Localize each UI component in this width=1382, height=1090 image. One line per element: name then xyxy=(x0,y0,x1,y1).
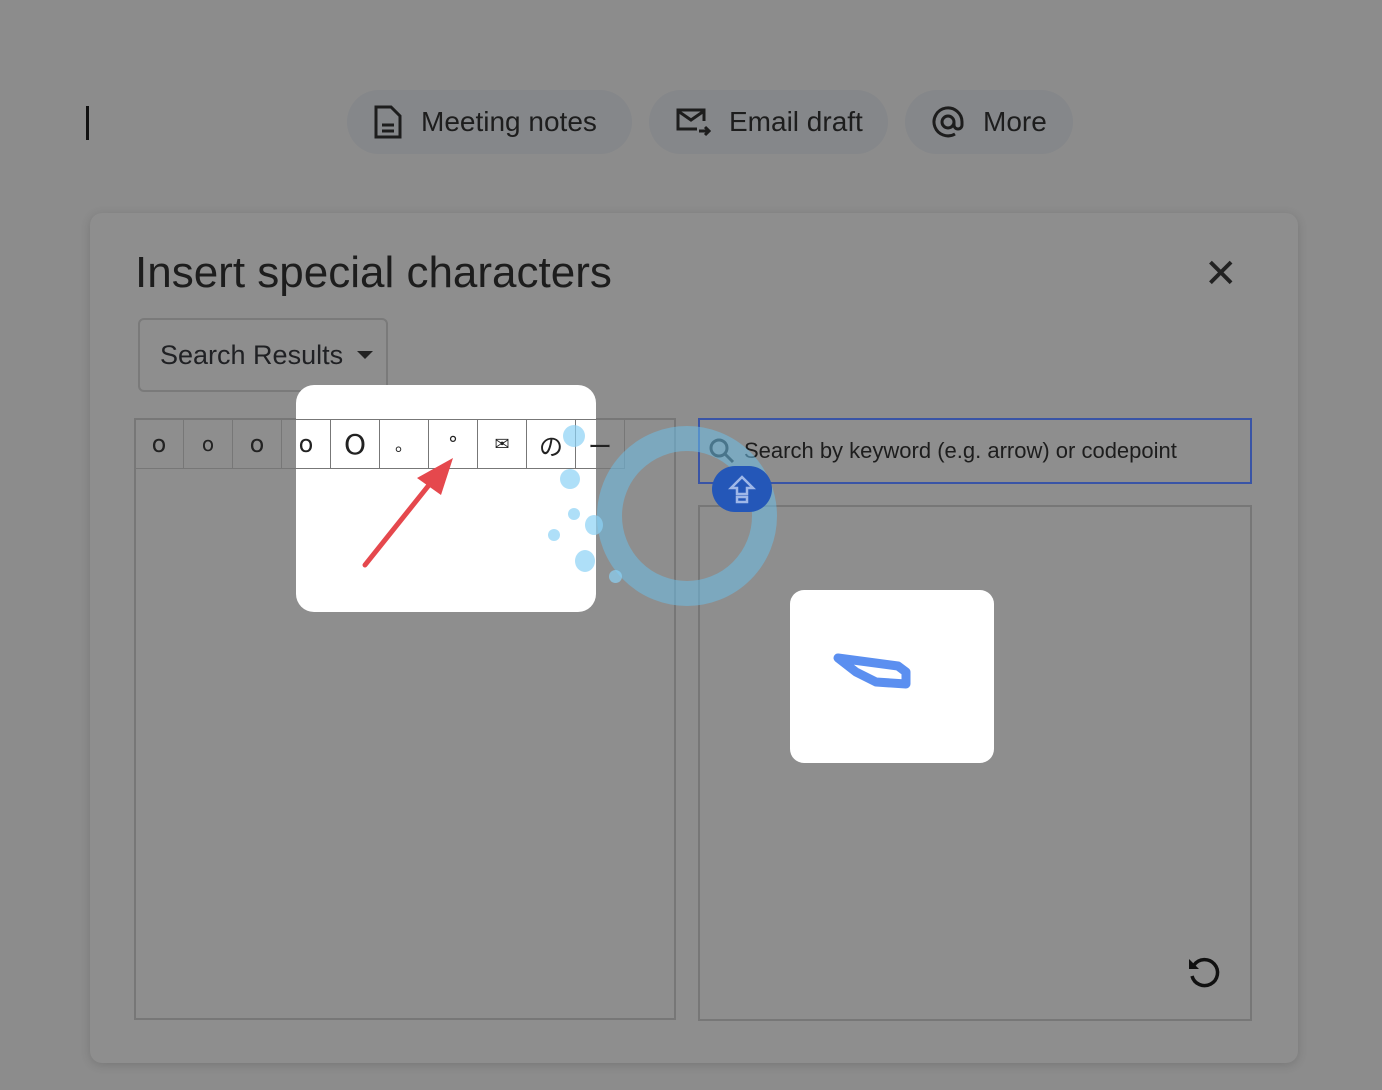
document-icon xyxy=(374,105,402,139)
char-cell[interactable]: o xyxy=(183,419,233,469)
drawing-pad[interactable] xyxy=(698,505,1252,1021)
ripple-bubble xyxy=(568,508,580,520)
ripple-bubble xyxy=(560,469,580,489)
upload-button[interactable] xyxy=(712,466,772,512)
char-cell[interactable]: o xyxy=(281,419,331,469)
ripple-bubble xyxy=(575,550,595,572)
text-cursor xyxy=(86,106,89,140)
drawing-highlight xyxy=(790,590,994,763)
search-input[interactable] xyxy=(742,437,1226,465)
dialog-title: Insert special characters xyxy=(135,248,612,297)
upload-arrow-icon xyxy=(728,475,756,504)
char-cell[interactable]: o xyxy=(232,419,282,469)
category-dropdown[interactable]: Search Results xyxy=(138,318,388,392)
search-field[interactable] xyxy=(698,418,1252,484)
more-chip[interactable]: More xyxy=(905,90,1073,154)
ripple-bubble xyxy=(609,570,622,583)
at-sign-icon xyxy=(932,106,964,138)
touch-ripple xyxy=(597,426,777,606)
ripple-bubble xyxy=(585,515,603,535)
undo-icon[interactable] xyxy=(1185,953,1223,991)
chip-label: Meeting notes xyxy=(421,106,597,137)
email-draft-chip[interactable]: Email draft xyxy=(649,90,888,154)
annotation-arrow xyxy=(362,458,453,568)
close-icon[interactable]: ✕ xyxy=(1204,254,1238,294)
chip-label: Email draft xyxy=(729,106,863,137)
category-label: Search Results xyxy=(160,339,344,370)
chip-label: More xyxy=(983,106,1047,137)
ripple-bubble xyxy=(563,425,585,447)
drawn-stroke xyxy=(833,653,911,689)
chevron-down-icon xyxy=(357,351,374,359)
email-send-icon xyxy=(676,108,711,137)
meeting-notes-chip[interactable]: Meeting notes xyxy=(347,90,632,154)
char-cell[interactable]: ✉ xyxy=(477,419,527,469)
char-cell[interactable]: o xyxy=(134,419,184,469)
ripple-bubble xyxy=(548,529,560,541)
